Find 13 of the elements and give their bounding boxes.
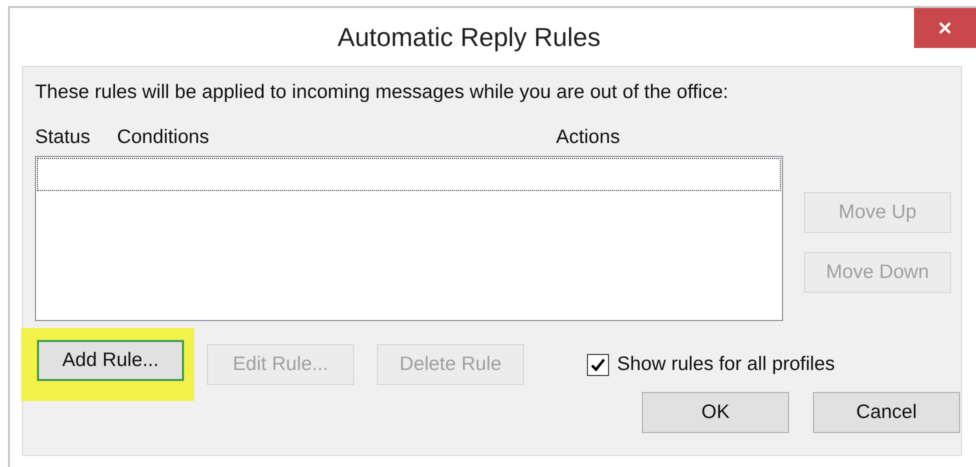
close-icon <box>937 20 953 36</box>
column-header: Status <box>35 126 92 150</box>
checkbox-label: Show rules for all profiles <box>617 353 835 376</box>
checkbox[interactable] <box>587 354 609 376</box>
rule-button[interactable]: Add Rule... <box>37 340 184 381</box>
column-header: Conditions <box>117 126 210 150</box>
dialog-button[interactable]: OK <box>642 392 789 433</box>
intro-text: These rules will be applied to incoming messages while you are out of the office: <box>35 81 730 105</box>
rules-list[interactable] <box>35 156 783 321</box>
window-title: Automatic Reply Rules <box>336 21 602 53</box>
column-header: Actions <box>556 126 620 150</box>
dialog-button[interactable]: Cancel <box>813 392 960 433</box>
close-button[interactable] <box>914 8 976 48</box>
